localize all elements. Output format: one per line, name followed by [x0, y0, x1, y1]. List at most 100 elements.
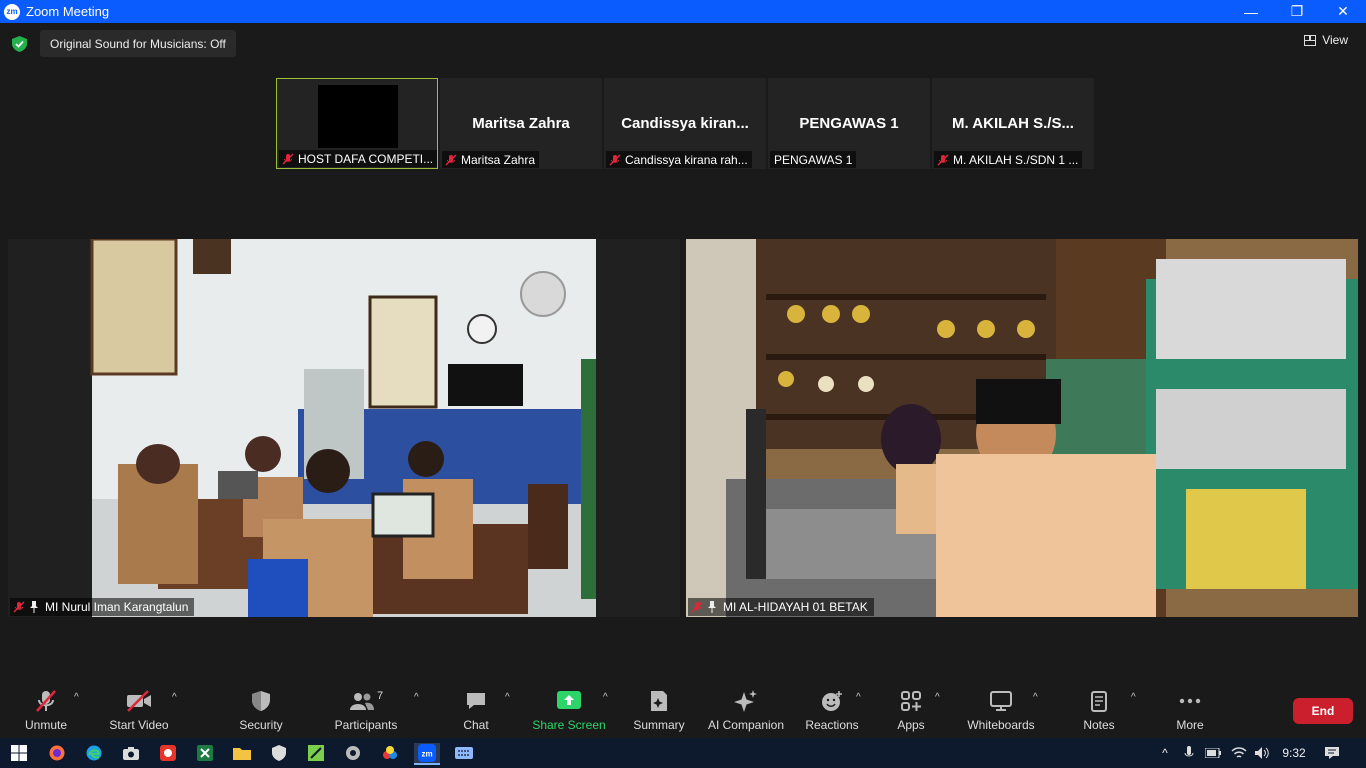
audio-options-caret[interactable]: ^ — [74, 692, 79, 703]
notes-icon — [1091, 691, 1107, 712]
svg-text:zm: zm — [421, 750, 432, 759]
view-button[interactable]: View — [1304, 33, 1348, 47]
window-title: Zoom Meeting — [26, 4, 110, 19]
reactions-button[interactable]: Reactions — [804, 686, 860, 738]
excel-icon[interactable] — [194, 743, 216, 763]
firefox-icon[interactable] — [46, 743, 68, 763]
video-options-caret[interactable]: ^ — [172, 692, 177, 703]
ai-sparkle-icon — [734, 690, 757, 712]
close-button[interactable]: ✕ — [1320, 0, 1366, 23]
mic-muted-icon — [691, 601, 703, 613]
original-sound-toggle[interactable]: Original Sound for Musicians: Off — [40, 30, 236, 57]
pin-icon — [30, 601, 38, 613]
tray-overflow-icon[interactable]: ^ — [1158, 743, 1172, 763]
notes-button[interactable]: Notes — [1080, 686, 1118, 738]
window-controls: — ❐ ✕ — [1228, 0, 1366, 23]
mic-muted-icon — [445, 154, 457, 165]
file-explorer-icon[interactable] — [231, 743, 253, 763]
zoom-logo-icon: zm — [4, 3, 20, 20]
participant-name: M. AKILAH S./S... — [952, 115, 1074, 132]
notes-options-caret[interactable]: ^ — [1131, 692, 1136, 703]
apps-options-caret[interactable]: ^ — [935, 692, 940, 703]
end-meeting-button[interactable]: End — [1293, 698, 1353, 724]
windows-start-icon[interactable] — [8, 743, 30, 763]
participant-name: Candissya kiran... — [621, 115, 749, 132]
notification-center-icon[interactable] — [1322, 743, 1342, 763]
participant-label: M. AKILAH S./SDN 1 ... — [934, 151, 1083, 168]
microphone-muted-icon — [36, 690, 56, 712]
video-label: MI Nurul Iman Karangtalun — [10, 598, 195, 616]
reactions-options-caret[interactable]: ^ — [856, 692, 861, 703]
summary-button[interactable]: Summary — [632, 686, 686, 738]
mic-muted-icon — [13, 601, 25, 613]
apps-button[interactable]: Apps — [896, 686, 926, 738]
mic-muted-icon — [282, 153, 294, 164]
security-shield-icon — [252, 691, 270, 711]
mic-muted-icon — [937, 154, 949, 165]
video-off-placeholder — [318, 85, 398, 148]
participant-label: Candissya kirana rah... — [606, 151, 752, 168]
meeting-toolbar: Unmute ^ Start Video ^ Security 7 Partic… — [0, 686, 1366, 738]
participant-name: PENGAWAS 1 — [799, 115, 899, 132]
share-options-caret[interactable]: ^ — [603, 692, 608, 703]
participant-label: PENGAWAS 1 — [770, 151, 857, 168]
share-screen-icon — [557, 691, 581, 709]
view-label: View — [1322, 33, 1348, 47]
unmute-button[interactable]: Unmute — [22, 686, 70, 738]
zoom-taskbar-icon[interactable]: zm — [414, 743, 440, 765]
tray-wifi-icon[interactable] — [1230, 743, 1248, 763]
meeting-top-bar: Original Sound for Musicians: Off View — [0, 23, 1366, 63]
ai-companion-button[interactable]: AI Companion — [706, 686, 786, 738]
participant-label: Maritsa Zahra — [442, 151, 540, 168]
classroom-video-feed — [8, 239, 680, 617]
clock[interactable]: 9:32 — [1280, 743, 1308, 763]
participant-tile[interactable]: Candissya kiran... Candissya kirana rah.… — [604, 78, 766, 169]
whiteboard-icon — [990, 691, 1012, 711]
minimize-button[interactable]: — — [1228, 0, 1274, 23]
chat-button[interactable]: Chat — [460, 686, 492, 738]
keyboard-app-icon[interactable] — [453, 743, 475, 763]
mic-muted-icon — [609, 154, 621, 165]
participant-tile[interactable]: Maritsa Zahra Maritsa Zahra — [440, 78, 602, 169]
security-button[interactable]: Security — [238, 686, 284, 738]
video-label: MI AL-HIDAYAH 01 BETAK — [688, 598, 874, 616]
whiteboards-button[interactable]: Whiteboards — [964, 686, 1038, 738]
video-tile[interactable]: MI AL-HIDAYAH 01 BETAK — [686, 239, 1358, 617]
whiteboards-options-caret[interactable]: ^ — [1033, 692, 1038, 703]
more-dots-icon — [1179, 698, 1201, 704]
tray-microphone-icon[interactable] — [1182, 743, 1196, 763]
utility-app-icon[interactable] — [342, 743, 364, 763]
screen-recorder-icon[interactable] — [157, 743, 179, 763]
chat-options-caret[interactable]: ^ — [505, 692, 510, 703]
encryption-shield-icon[interactable] — [12, 36, 27, 52]
chat-bubble-icon — [467, 693, 485, 709]
participant-label: HOST DAFA COMPETI... — [279, 150, 438, 167]
library-video-feed — [686, 239, 1358, 617]
reaction-smiley-icon — [822, 691, 842, 711]
video-camera-off-icon — [127, 690, 151, 712]
windows-security-icon[interactable] — [268, 743, 290, 763]
summary-document-icon — [651, 691, 667, 711]
more-button[interactable]: More — [1174, 686, 1206, 738]
tray-battery-icon[interactable] — [1204, 743, 1222, 763]
apps-grid-icon — [901, 691, 921, 711]
video-tile[interactable]: MI Nurul Iman Karangtalun — [8, 239, 680, 617]
tray-volume-icon[interactable] — [1253, 743, 1271, 763]
participants-button[interactable]: 7 Participants — [334, 686, 398, 738]
restore-button[interactable]: ❐ — [1274, 0, 1320, 23]
participant-strip: HOST DAFA COMPETI... Maritsa Zahra Marit… — [276, 78, 1094, 169]
pin-icon — [708, 601, 716, 613]
start-video-button[interactable]: Start Video — [108, 686, 170, 738]
title-bar: zm Zoom Meeting — ❐ ✕ — [0, 0, 1366, 23]
camera-app-icon[interactable] — [120, 743, 142, 763]
participants-options-caret[interactable]: ^ — [414, 692, 419, 703]
participant-tile[interactable]: HOST DAFA COMPETI... — [276, 78, 438, 169]
color-app-icon[interactable] — [379, 743, 401, 763]
notepad-plus-icon[interactable] — [305, 743, 327, 763]
edge-icon[interactable] — [83, 743, 105, 763]
participant-tile[interactable]: PENGAWAS 1 PENGAWAS 1 — [768, 78, 930, 169]
view-grid-icon — [1304, 34, 1317, 46]
windows-taskbar: zm ^ 9:32 — [0, 738, 1366, 768]
participant-tile[interactable]: M. AKILAH S./S... M. AKILAH S./SDN 1 ... — [932, 78, 1094, 169]
share-screen-button[interactable]: Share Screen — [532, 686, 606, 738]
